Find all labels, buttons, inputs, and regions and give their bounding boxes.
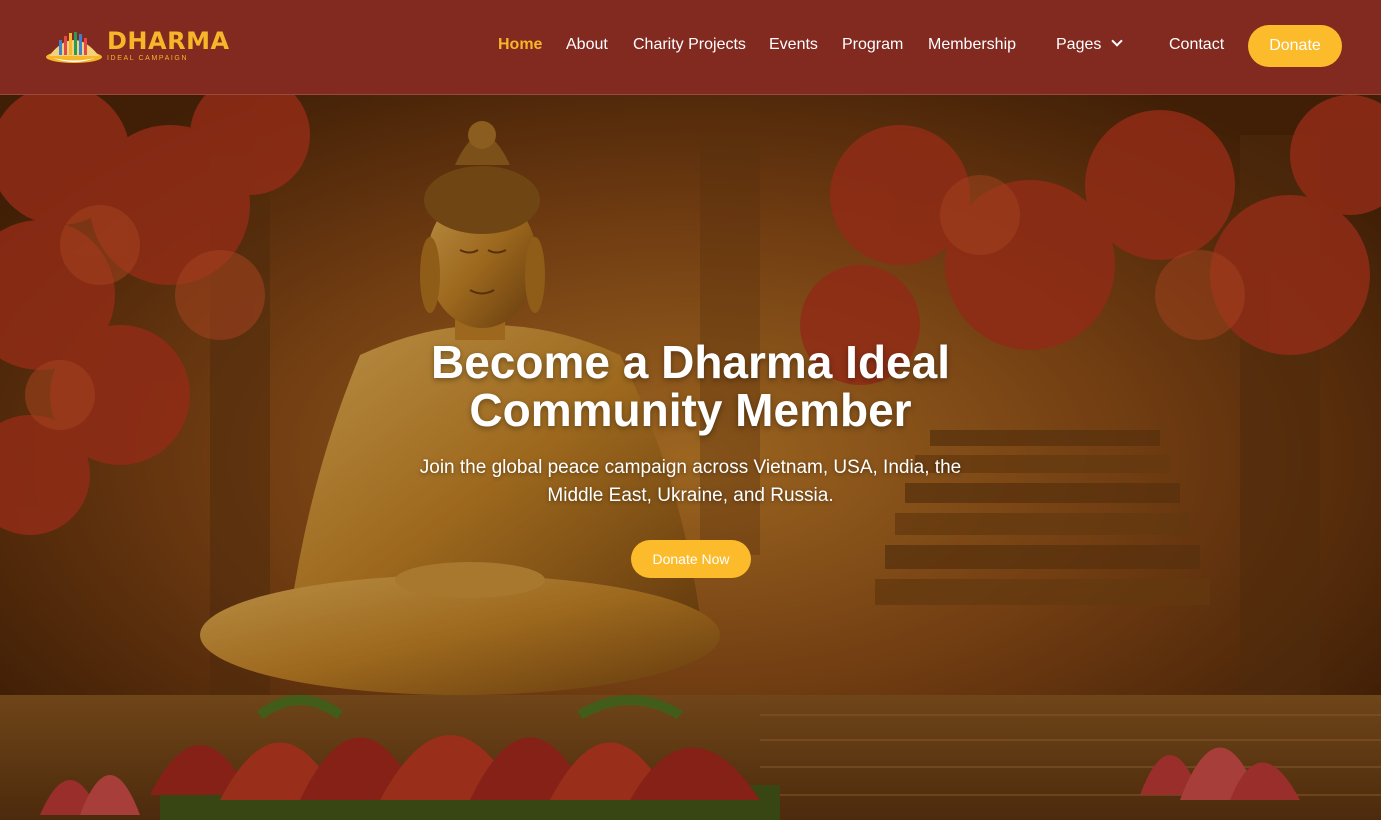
nav-pages-label: Pages [1056,36,1102,53]
hero-section: Become a Dharma Ideal Community Member J… [0,95,1381,820]
nav-about[interactable]: About [566,36,608,54]
donate-button[interactable]: Donate [1248,25,1342,67]
chevron-down-icon [1111,35,1124,47]
nav-pages-dropdown[interactable]: Pages [1056,35,1124,54]
nav-home[interactable]: Home [498,36,542,54]
nav-events[interactable]: Events [769,36,818,54]
hero-content: Become a Dharma Ideal Community Member J… [0,95,1381,820]
main-navigation: Home About Charity Projects Events Progr… [0,0,1381,94]
nav-membership[interactable]: Membership [928,36,1016,54]
hero-subtitle: Join the global peace campaign across Vi… [419,457,962,506]
nav-contact[interactable]: Contact [1169,36,1224,54]
donate-now-button[interactable]: Donate Now [631,540,751,578]
top-navbar: DHARMA IDEAL CAMPAIGN Home About Charity… [0,0,1381,95]
nav-charity-projects[interactable]: Charity Projects [633,36,746,54]
nav-program[interactable]: Program [842,36,903,54]
hero-title: Become a Dharma Ideal Community Member [430,336,950,436]
